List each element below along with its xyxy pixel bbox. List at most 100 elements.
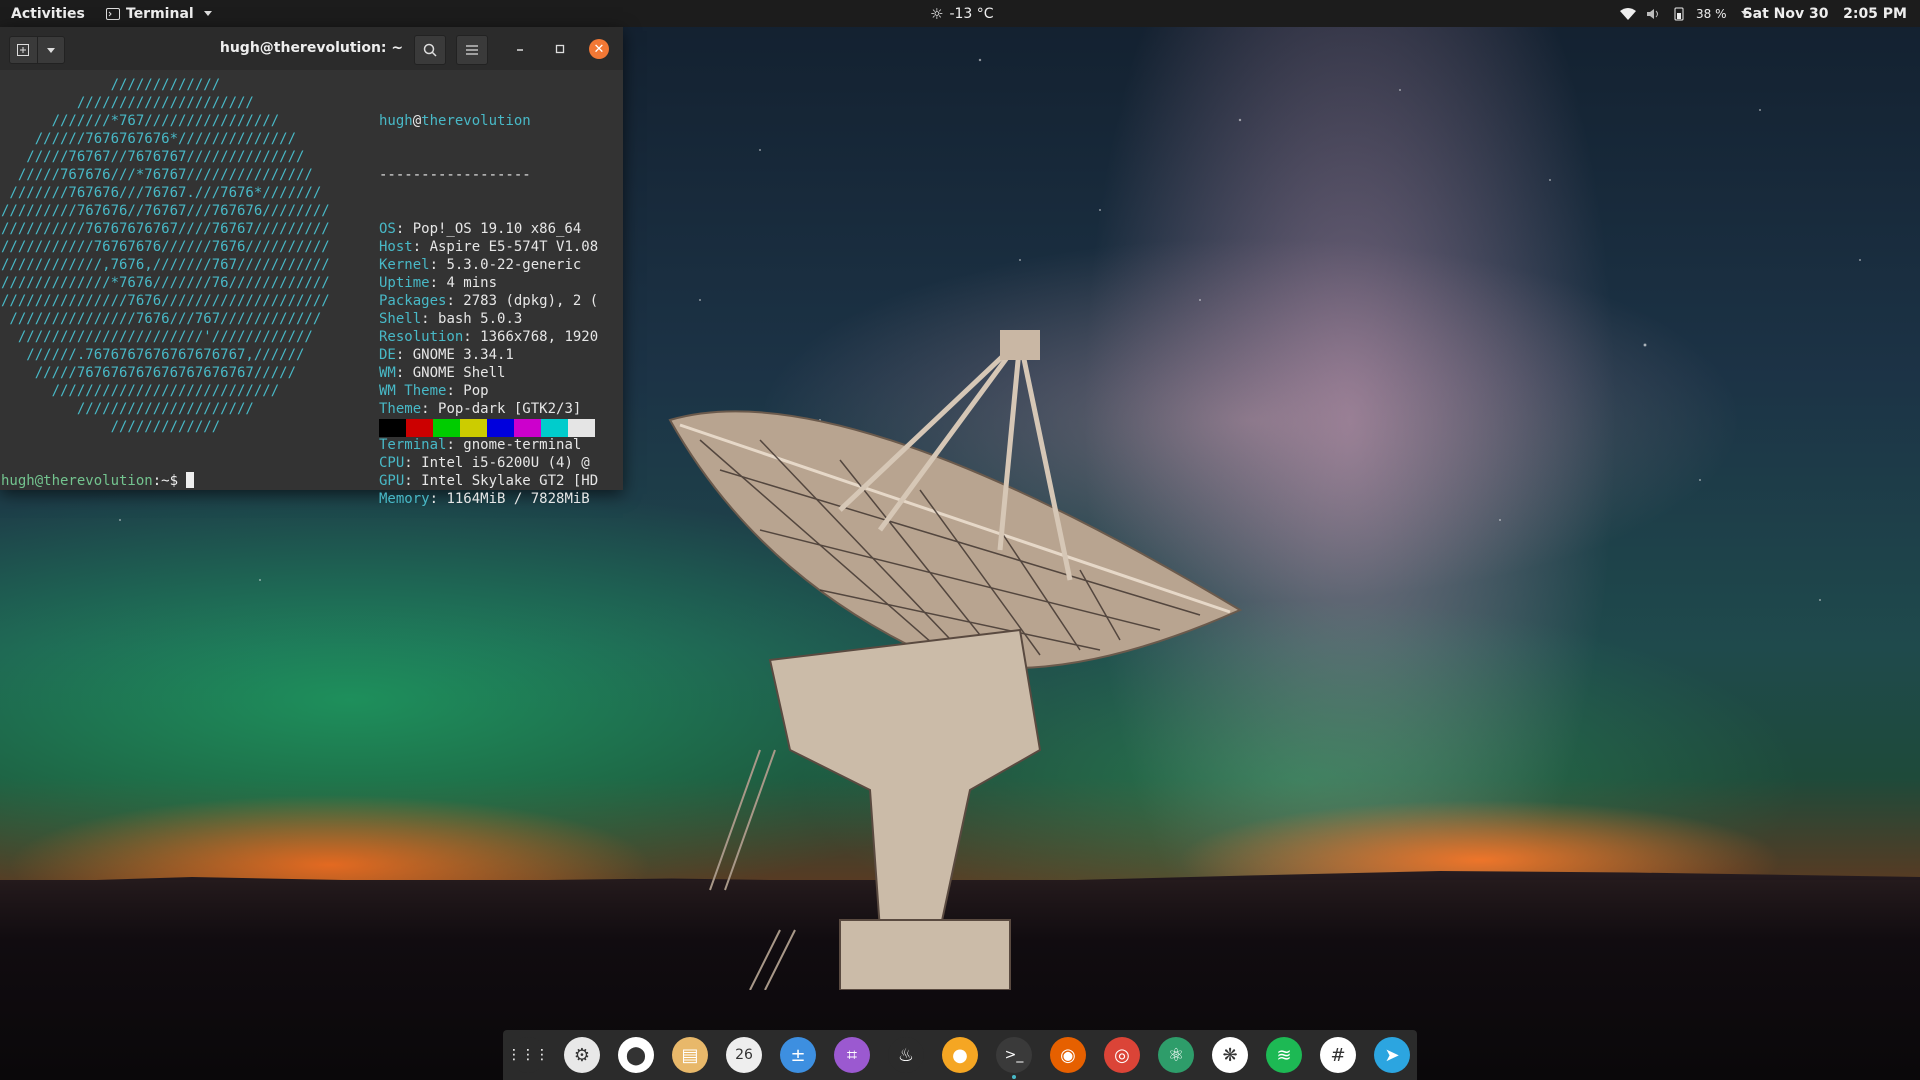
info-key: Uptime <box>379 275 430 291</box>
info-key: Kernel <box>379 257 430 273</box>
info-value: Pop <box>463 383 489 399</box>
info-value: GNOME 3.34.1 <box>412 347 514 363</box>
tweaks-launcher[interactable]: ⬤ <box>618 1037 654 1073</box>
info-row: Kernel: 5.3.0-22-generic <box>379 257 582 273</box>
calendar-launcher[interactable]: 26 <box>726 1037 762 1073</box>
info-key: Host <box>379 239 413 255</box>
tweaks-icon: ⬤ <box>625 1044 647 1066</box>
inkscape-launcher[interactable]: ❋ <box>1212 1037 1248 1073</box>
dock: ⋮⋮⋮ ⚙ ⬤ ▤ 26 ± ⌗ ♨ ● >_ ◉ ◎ ⚛ ❋ ≋ # ➤ <box>503 1030 1417 1080</box>
notes-launcher[interactable]: ● <box>942 1037 978 1073</box>
info-value: Intel Skylake GT2 [HD <box>421 473 599 489</box>
app-menu[interactable]: Terminal <box>106 0 212 27</box>
logo-line: ///////////////7676///767//////////// <box>1 311 322 327</box>
logo-line: /////76767//7676767////////////// <box>1 149 305 165</box>
new-tab-menu-button[interactable] <box>36 37 65 63</box>
telegram-launcher[interactable]: ➤ <box>1374 1037 1410 1073</box>
info-value: 2783 (dpkg), 2 ( <box>463 293 599 309</box>
palette-swatch <box>568 419 595 437</box>
close-button[interactable]: ✕ <box>589 39 609 59</box>
clock-label: Sat Nov 30 2:05 PM <box>1742 5 1907 22</box>
weather-indicator[interactable]: ☼ -13 °C <box>930 0 994 27</box>
info-row: DE: GNOME 3.34.1 <box>379 347 514 363</box>
maximize-button[interactable] <box>545 35 575 63</box>
shell-prompt[interactable]: hugh@therevolution:~$ <box>1 472 195 490</box>
chevron-down-icon <box>46 47 55 53</box>
logo-line: /////////////*7676///////76//////////// <box>1 275 330 291</box>
slack-launcher[interactable]: # <box>1320 1037 1356 1073</box>
screenshot-launcher[interactable]: ⌗ <box>834 1037 870 1073</box>
info-row: GPU: Intel Skylake GT2 [HD <box>379 473 599 489</box>
color-palette <box>379 419 595 437</box>
activities-button[interactable]: Activities <box>11 0 85 27</box>
screenshot-icon: ⌗ <box>846 1044 858 1066</box>
volume-icon <box>1647 8 1658 19</box>
files-launcher[interactable]: ▤ <box>672 1037 708 1073</box>
telegram-icon: ➤ <box>1384 1044 1400 1066</box>
minimize-button[interactable] <box>505 35 535 63</box>
logo-line: ///////767676///76767.///7676*/////// <box>1 185 322 201</box>
palette-swatch <box>433 419 460 437</box>
info-row: WM: GNOME Shell <box>379 365 506 381</box>
info-separator: ------------------ <box>379 167 531 183</box>
info-key: CPU <box>379 455 405 471</box>
weather-temperature: -13 °C <box>949 5 994 22</box>
clock[interactable]: Sat Nov 30 2:05 PM <box>1743 0 1907 27</box>
inkscape-icon: ❋ <box>1222 1044 1238 1066</box>
terminal-window[interactable]: hugh@therevolution: ~ ✕ ///////////// //… <box>0 27 623 507</box>
steam-launcher[interactable]: ♨ <box>888 1037 924 1073</box>
palette-swatch <box>379 419 406 437</box>
neofetch-info: hugh@therevolution ------------------ OS… <box>379 76 623 544</box>
logo-line: /////////767676//76767///767676//////// <box>1 203 330 219</box>
info-key: Shell <box>379 311 422 327</box>
logo-line: ///////////// <box>1 419 221 435</box>
logo-line: //////.7676767676767676767,////// <box>1 347 305 363</box>
close-icon: ✕ <box>593 41 605 57</box>
info-value: Pop-dark [GTK2/3] <box>438 401 582 417</box>
slack-icon: # <box>1330 1044 1346 1066</box>
info-key: Theme <box>379 401 422 417</box>
sun-icon: ☼ <box>930 4 944 23</box>
logo-line: /////767676767676767676767///// <box>1 365 297 381</box>
search-button[interactable] <box>414 35 446 65</box>
notes-icon: ● <box>952 1044 968 1066</box>
info-row: Terminal: gnome-terminal <box>379 437 582 453</box>
info-row: Memory: 1164MiB / 7828MiB <box>379 491 590 507</box>
info-row: Host: Aspire E5-574T V1.08 <box>379 239 599 255</box>
app-menu-label: Terminal <box>126 5 194 22</box>
terminal-titlebar[interactable]: hugh@therevolution: ~ ✕ <box>0 27 623 70</box>
info-key: OS <box>379 221 396 237</box>
info-key: Resolution <box>379 329 464 345</box>
new-tab-button[interactable] <box>10 37 37 63</box>
palette-swatch <box>487 419 514 437</box>
settings-icon: ⚙ <box>573 1044 591 1066</box>
terminal-launcher[interactable]: >_ <box>996 1037 1032 1073</box>
menu-button[interactable] <box>456 35 488 65</box>
text-cursor <box>186 472 195 488</box>
info-value: gnome-terminal <box>463 437 582 453</box>
logo-line: ///////////// <box>1 77 221 93</box>
info-header: hugh@therevolution <box>379 113 531 129</box>
terminal-icon <box>106 7 120 20</box>
running-indicator <box>1012 1075 1016 1079</box>
info-row: Theme: Pop-dark [GTK2/3] <box>379 401 582 417</box>
calendar-icon: 26 <box>735 1047 753 1063</box>
info-row: Packages: 2783 (dpkg), 2 ( <box>379 293 599 309</box>
settings-launcher[interactable]: ⚙ <box>564 1037 600 1073</box>
palette-swatch <box>406 419 433 437</box>
spotify-launcher[interactable]: ≋ <box>1266 1037 1302 1073</box>
info-row: Uptime: 4 mins <box>379 275 498 291</box>
info-value: bash 5.0.3 <box>438 311 523 327</box>
system-menu[interactable]: 38 % <box>1620 0 1749 27</box>
logo-line: ///////////////7676//////////////////// <box>1 293 330 309</box>
chrome-launcher[interactable]: ◎ <box>1104 1037 1140 1073</box>
firefox-launcher[interactable]: ◉ <box>1050 1037 1086 1073</box>
info-value: Intel i5-6200U (4) @ <box>421 455 590 471</box>
app-grid-launcher[interactable]: ⋮⋮⋮ <box>507 1037 549 1073</box>
info-value: 4 mins <box>446 275 498 291</box>
calculator-launcher[interactable]: ± <box>780 1037 816 1073</box>
atom-launcher[interactable]: ⚛ <box>1158 1037 1194 1073</box>
palette-swatch <box>460 419 487 437</box>
minimize-icon <box>517 49 523 51</box>
top-bar: Activities Terminal ☼ -13 °C 38 % Sat No… <box>0 0 1920 27</box>
